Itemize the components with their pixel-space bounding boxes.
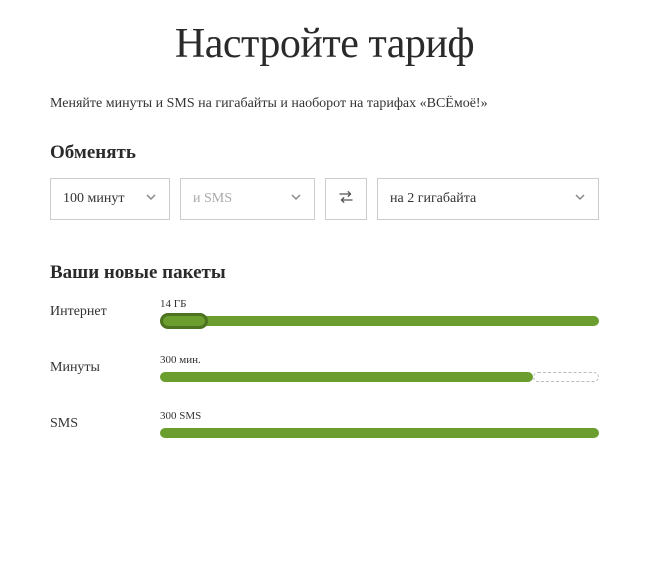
package-value: 300 мин. bbox=[160, 354, 599, 366]
progress-track[interactable] bbox=[160, 316, 599, 326]
packages-list: Интернет14 ГБ Минуты300 мин. SMS300 SMS bbox=[50, 298, 599, 438]
package-row: Интернет14 ГБ bbox=[50, 298, 599, 326]
package-label: SMS bbox=[50, 416, 160, 432]
progress-fill bbox=[160, 372, 533, 382]
page-subtitle: Меняйте минуты и SMS на гигабайты и наоб… bbox=[50, 96, 599, 112]
package-row: SMS300 SMS bbox=[50, 410, 599, 438]
exchange-controls: 100 минут и SMS на 2 гигабайта bbox=[50, 178, 599, 220]
package-value: 14 ГБ bbox=[160, 298, 599, 310]
progress-track[interactable] bbox=[160, 372, 599, 382]
result-select-value: на 2 гигабайта bbox=[390, 191, 476, 207]
page-title: Настройте тариф bbox=[50, 20, 599, 68]
progress-fill bbox=[160, 316, 599, 326]
package-label: Интернет bbox=[50, 304, 160, 320]
minutes-select-value: 100 минут bbox=[63, 191, 124, 207]
minutes-select[interactable]: 100 минут bbox=[50, 178, 170, 220]
package-value: 300 SMS bbox=[160, 410, 599, 422]
chevron-down-icon bbox=[290, 191, 302, 208]
package-label: Минуты bbox=[50, 360, 160, 376]
sms-select[interactable]: и SMS bbox=[180, 178, 315, 220]
package-bar-wrap: 300 SMS bbox=[160, 410, 599, 438]
exchange-heading: Обменять bbox=[50, 142, 599, 164]
sms-select-placeholder: и SMS bbox=[193, 191, 232, 207]
package-row: Минуты300 мин. bbox=[50, 354, 599, 382]
slider-knob[interactable] bbox=[160, 313, 208, 329]
package-bar-wrap: 14 ГБ bbox=[160, 298, 599, 326]
package-bar-wrap: 300 мин. bbox=[160, 354, 599, 382]
progress-fill bbox=[160, 428, 599, 438]
chevron-down-icon bbox=[145, 191, 157, 208]
swap-icon bbox=[337, 188, 355, 211]
chevron-down-icon bbox=[574, 191, 586, 208]
packages-heading: Ваши новые пакеты bbox=[50, 262, 599, 284]
progress-dashed-remainder bbox=[533, 372, 599, 382]
progress-track[interactable] bbox=[160, 428, 599, 438]
swap-button[interactable] bbox=[325, 178, 367, 220]
result-select[interactable]: на 2 гигабайта bbox=[377, 178, 599, 220]
